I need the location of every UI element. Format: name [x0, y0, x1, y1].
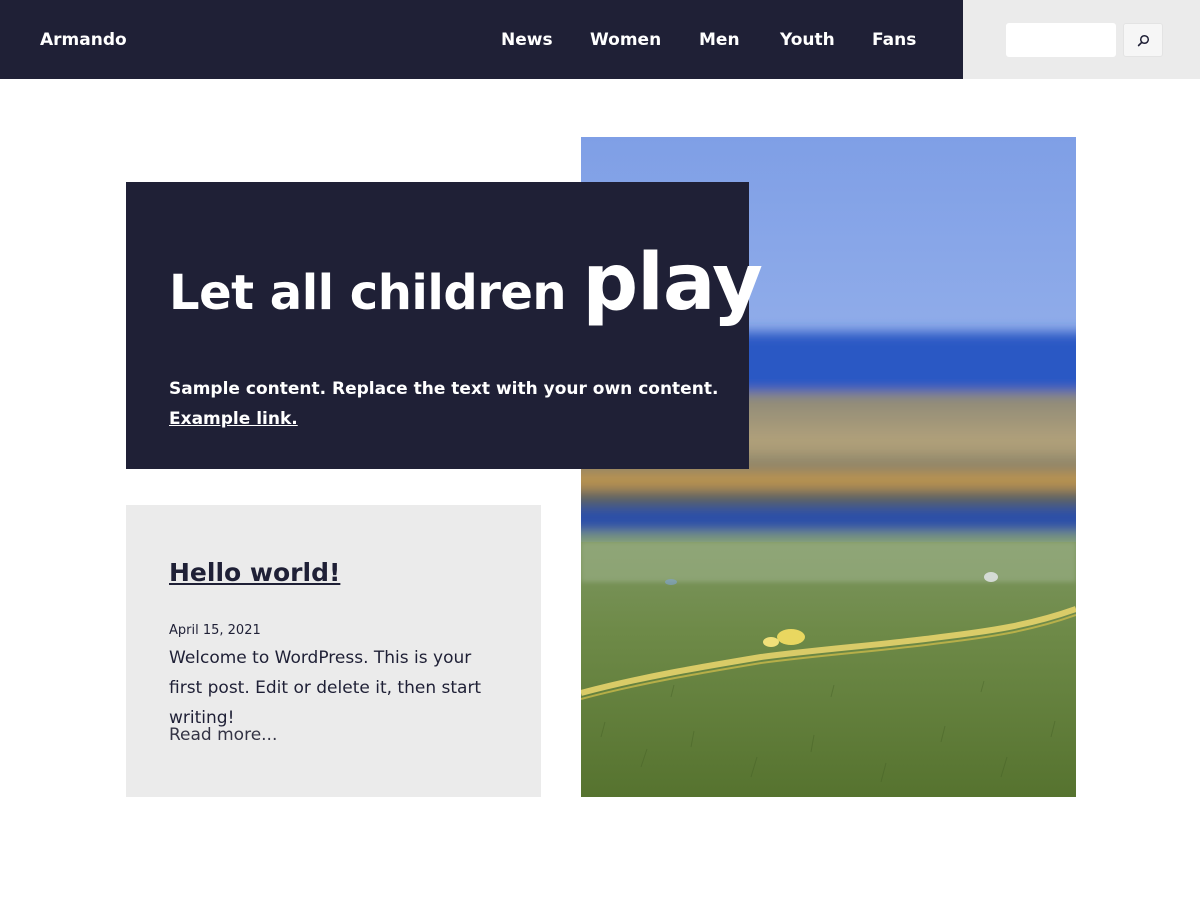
read-more-link[interactable]: Read more...: [169, 722, 277, 748]
post-card: Hello world! April 15, 2021 Welcome to W…: [126, 505, 541, 797]
site-header: Armando News Women Men Youth Fans: [0, 0, 1200, 79]
post-excerpt: Welcome to WordPress. This is your first…: [169, 648, 482, 728]
example-link[interactable]: Example link.: [169, 404, 298, 434]
nav-item-women[interactable]: Women: [590, 29, 661, 51]
hero-cover-block: Let all children play Sample content. Re…: [126, 182, 763, 469]
search-input[interactable]: [1006, 23, 1116, 57]
site-title-link[interactable]: Armando: [40, 29, 127, 51]
hero-heading-part1: Let all children: [169, 265, 583, 321]
post-title-link[interactable]: Hello world!: [169, 558, 340, 588]
nav-item-men[interactable]: Men: [699, 29, 740, 51]
post-date: April 15, 2021: [169, 623, 261, 638]
hero-paragraph: Sample content. Replace the text with yo…: [169, 374, 718, 434]
nav-item-youth[interactable]: Youth: [780, 29, 835, 51]
hero-heading-part2: play: [582, 238, 763, 328]
hero-text: Sample content. Replace the text with yo…: [169, 379, 719, 399]
nav-item-news[interactable]: News: [501, 29, 553, 51]
search-button[interactable]: [1123, 23, 1163, 57]
nav-item-fans[interactable]: Fans: [872, 29, 916, 51]
hero-heading: Let all children play: [169, 244, 763, 322]
search-icon: [1137, 34, 1149, 46]
